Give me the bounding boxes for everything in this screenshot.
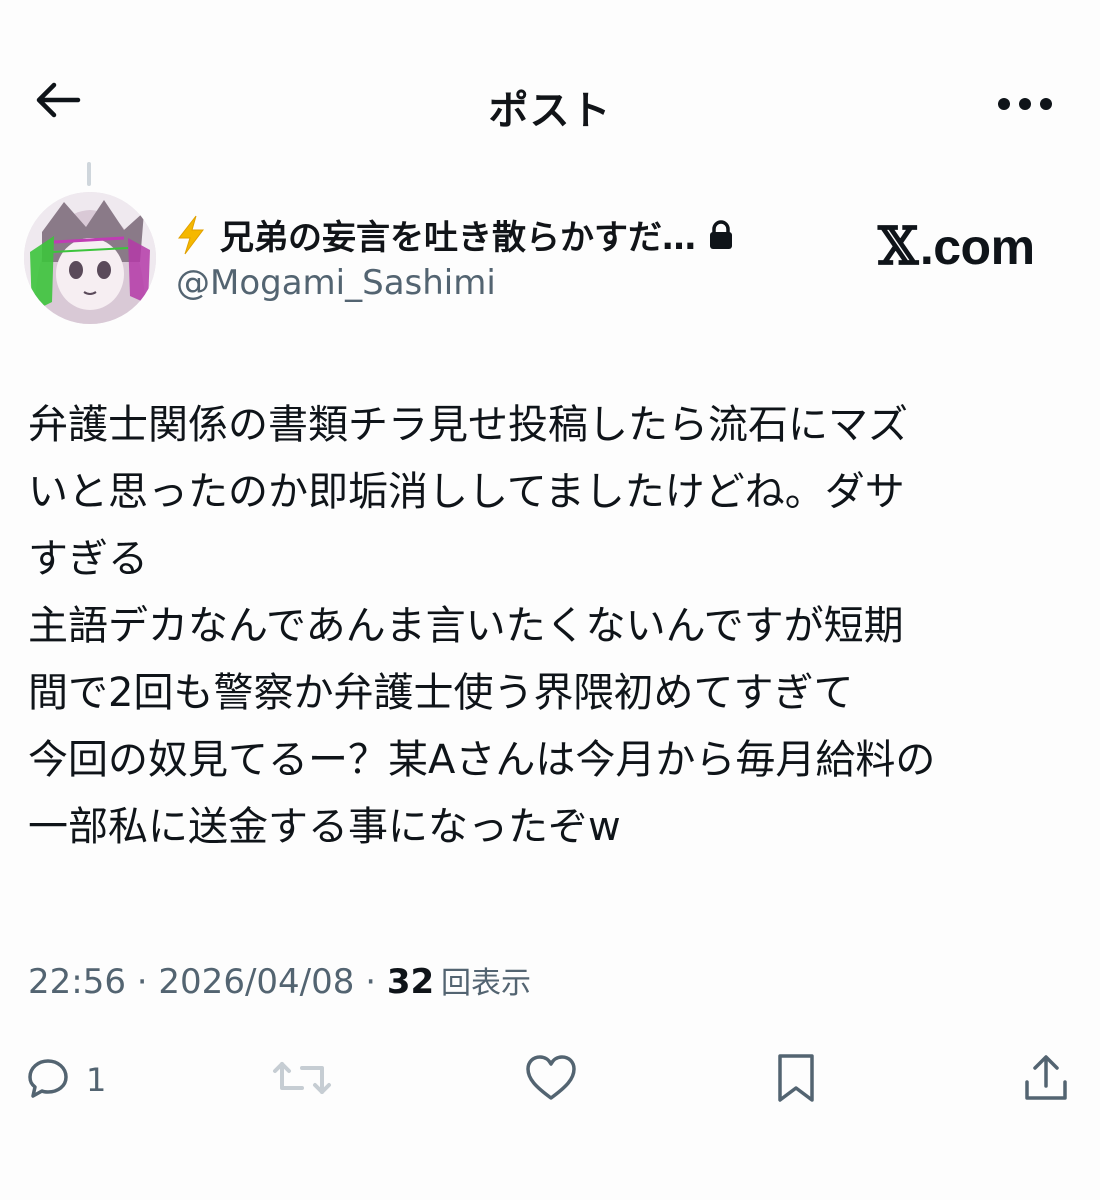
share-upload-icon	[1022, 1052, 1070, 1108]
username[interactable]: @Mogami_Sashimi	[176, 263, 496, 303]
reply-count: 1	[86, 1061, 107, 1099]
repost-arrows-icon	[272, 1056, 332, 1104]
post-line: 今回の奴見てるー？某Aさんは今月から毎月給料の	[28, 737, 936, 783]
display-name: 兄弟の妄言を吐き散らかすだ…	[220, 218, 696, 258]
post-line: 弁護士関係の書類チラ見せ投稿したら流石にマズ	[28, 402, 908, 448]
x-logo-icon: 𝕏	[878, 216, 918, 277]
post-line: 間で2回も警察か弁護士使う界隈初めてすぎて	[28, 670, 854, 716]
bookmark-icon	[774, 1052, 818, 1108]
meta-separator: ·	[125, 962, 159, 1002]
thread-connector-line	[87, 162, 91, 186]
lock-icon	[708, 219, 734, 250]
post-text: 弁護士関係の書類チラ見せ投稿したら流石にマズ いと思ったのか即垢消ししてましたけ…	[28, 392, 1058, 861]
views-count: 32	[386, 962, 435, 1002]
views-label: 回表示	[440, 966, 531, 1001]
watermark-domain: .com	[919, 218, 1035, 275]
speech-bubble-icon	[26, 1056, 70, 1104]
heart-icon	[524, 1054, 578, 1106]
post-line: 主語デカなんであんま言いたくないんですが短期	[28, 603, 904, 649]
like-button[interactable]	[524, 1040, 578, 1120]
display-name-row[interactable]: 兄弟の妄言を吐き散らかすだ…	[176, 210, 734, 259]
post-line: いと思ったのか即垢消ししてましたけどね。ダサ	[28, 469, 905, 515]
avatar[interactable]	[24, 192, 156, 324]
post-detail-screen: ポスト 兄弟の妄言を吐き散らかすだ… @Mogami_Sashimi 𝕏 .co…	[0, 0, 1100, 1200]
x-com-watermark: 𝕏 .com	[878, 216, 1035, 277]
post-meta: 22:56 · 2026/04/08 · 32 回表示	[28, 958, 531, 1002]
page-title: ポスト	[488, 88, 612, 134]
post-line: すぎる	[28, 536, 148, 582]
top-bar: ポスト	[0, 50, 1100, 150]
action-bar: 1	[0, 1040, 1100, 1120]
more-horizontal-icon	[997, 96, 1053, 115]
more-options-button[interactable]	[990, 80, 1060, 130]
post-time[interactable]: 22:56	[28, 962, 126, 1002]
bookmark-button[interactable]	[774, 1040, 818, 1120]
post-line: 一部私に送金する事になったぞw	[28, 804, 621, 850]
lightning-bolt-icon	[176, 215, 206, 255]
repost-button[interactable]	[272, 1040, 332, 1120]
meta-separator: ·	[354, 962, 387, 1002]
post-date[interactable]: 2026/04/08	[158, 962, 354, 1002]
reply-button[interactable]: 1	[26, 1040, 106, 1120]
share-button[interactable]	[1022, 1040, 1070, 1120]
